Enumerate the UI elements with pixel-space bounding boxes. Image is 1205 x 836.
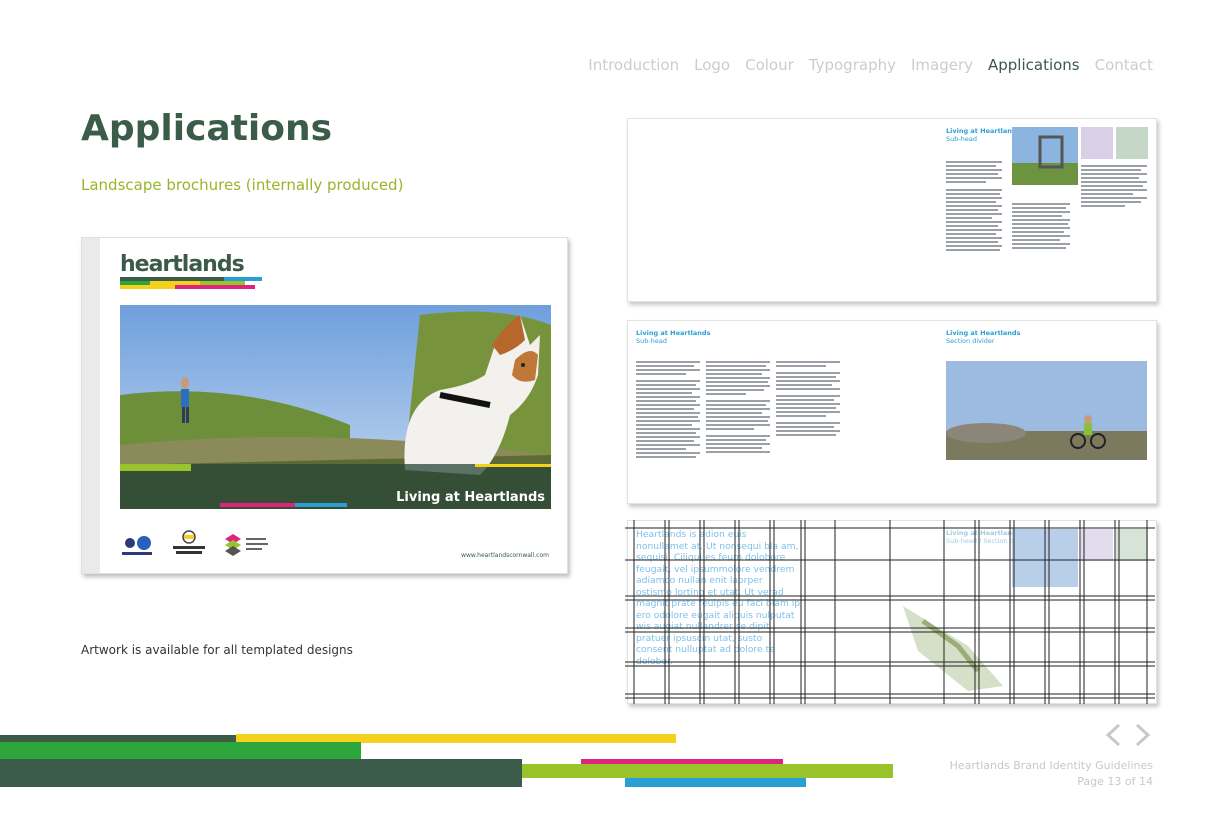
nav-colour[interactable]: Colour <box>745 56 794 74</box>
document-title: Heartlands Brand Identity Guidelines <box>949 759 1153 772</box>
spread-1-photo-gate <box>1012 127 1078 185</box>
artwork-caption: Artwork is available for all templated d… <box>81 643 353 657</box>
cyclist-photo-graphic <box>946 415 1147 460</box>
cover-photo-label: Living at Heartlands <box>396 490 545 505</box>
spread-2-title: Living at Heartlands <box>636 329 711 337</box>
spread-1-subhead: Sub-head <box>946 135 977 143</box>
lottery-logo <box>122 536 152 555</box>
spread-2-heading: Living at Heartlands Sub-head <box>636 329 710 345</box>
nav-contact[interactable]: Contact <box>1095 56 1153 74</box>
spread-1-photo-portrait-2 <box>1116 127 1148 159</box>
spread-3-heading: Living at Heartlands Section divider <box>946 329 1020 345</box>
spread-2: Living at Heartlands Sub-head Living at … <box>627 320 1157 504</box>
gate-photo-graphic <box>1012 135 1078 185</box>
cover-photo: Living at Heartlands <box>120 305 551 509</box>
spread-1: Living at Heartlands Sub-head <box>627 118 1157 302</box>
top-navigation: Introduction Logo Colour Typography Imag… <box>573 56 1153 74</box>
spread-3-title: Living at Heartlands <box>946 329 1021 337</box>
spread-1-body-col-3 <box>1081 165 1149 209</box>
nav-logo[interactable]: Logo <box>694 56 730 74</box>
spread-3-subhead: Section divider <box>946 337 995 345</box>
page-navigation-arrows <box>1105 723 1151 747</box>
nav-applications[interactable]: Applications <box>988 56 1080 74</box>
brochure-cover: heartlands Living at Heartlands www.hear… <box>81 237 568 574</box>
partner-logos <box>120 530 270 556</box>
spread-2-body-col-3 <box>776 361 842 438</box>
spread-1-title: Living at Heartlands <box>946 127 1021 135</box>
regeneration-agency-logo <box>225 534 268 556</box>
layout-grid-overlay <box>625 520 1155 704</box>
nav-introduction[interactable]: Introduction <box>588 56 679 74</box>
spread-1-body-col-2 <box>1012 203 1072 251</box>
spread-2-subhead: Sub-head <box>636 337 667 345</box>
spread-1-photo-portrait-1 <box>1081 127 1113 159</box>
cornwall-council-logo <box>173 530 205 554</box>
nav-imagery[interactable]: Imagery <box>911 56 973 74</box>
spread-2-cyclist-photo <box>946 361 1147 460</box>
document-footer: Heartlands Brand Identity Guidelines Pag… <box>950 758 1153 790</box>
page-title: Applications <box>81 108 333 149</box>
spread-2-body-col-1 <box>636 361 702 460</box>
brochure-url: www.heartlandscornwall.com <box>461 552 549 559</box>
page-number: Page 13 of 14 <box>1077 775 1153 788</box>
page-subtitle: Landscape brochures (internally produced… <box>81 176 404 194</box>
heartlands-logo: heartlands <box>120 252 245 277</box>
nav-typography[interactable]: Typography <box>809 56 896 74</box>
spread-2-body-col-2 <box>706 361 772 455</box>
chevron-right-icon[interactable] <box>1135 723 1151 747</box>
brochure-spine <box>82 238 100 573</box>
dog-field-illustration <box>120 305 551 509</box>
chevron-left-icon[interactable] <box>1105 723 1121 747</box>
spread-1-heading: Living at Heartlands Sub-head <box>946 127 1020 143</box>
spread-1-body-col-1 <box>946 161 1004 253</box>
